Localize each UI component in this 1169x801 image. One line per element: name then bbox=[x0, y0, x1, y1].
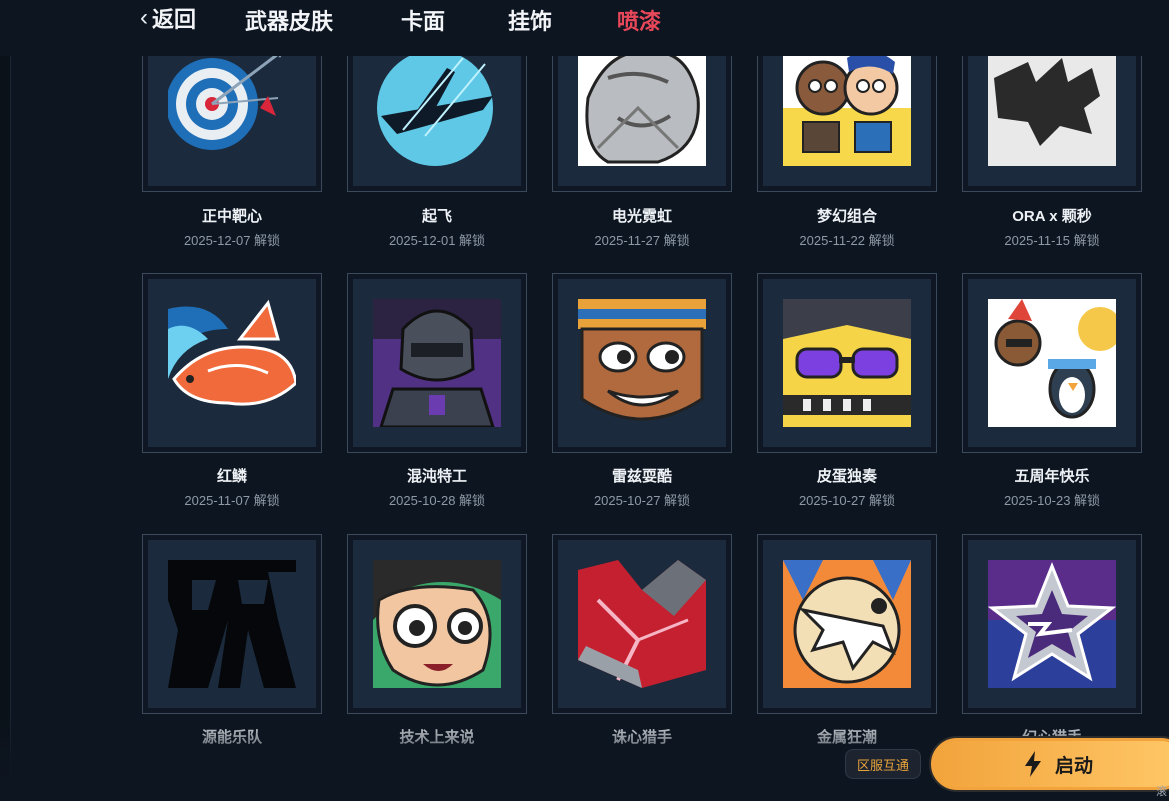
spray-name: 混沌特工 bbox=[406, 468, 467, 485]
duo-icon bbox=[783, 38, 911, 166]
spray-unlock-date: 2025-11-15 解锁 bbox=[1004, 233, 1100, 248]
metal-icon bbox=[783, 560, 911, 688]
tab-charms[interactable]: 挂饰 bbox=[508, 4, 552, 36]
spray-name: 金属狂潮 bbox=[816, 729, 877, 746]
spray-grid: 正中靶心 2025-12-07 解锁 起飞 2025-12-01 解锁 电光霓虹… bbox=[0, 0, 1169, 801]
spray-unlock-date: 2025-10-28 解锁 bbox=[388, 493, 486, 508]
spray-name: 源能乐队 bbox=[201, 729, 262, 746]
spray-unlock-date: 2025-10-27 解锁 bbox=[798, 493, 896, 508]
tab-weapon-skins[interactable]: 武器皮肤 bbox=[245, 4, 333, 36]
rhino-icon bbox=[988, 38, 1116, 166]
koi-icon bbox=[168, 299, 296, 427]
spray-unlock-date: 2025-12-01 解锁 bbox=[388, 233, 486, 248]
spray-unlock-date: 2025-10-23 解锁 bbox=[1003, 493, 1101, 508]
raze-icon bbox=[578, 299, 706, 427]
agent-icon bbox=[373, 299, 501, 427]
spray-name: 诛心猎手 bbox=[611, 729, 672, 746]
chevron-left-icon: ‹ bbox=[140, 4, 148, 31]
spray-name: 五周年快乐 bbox=[1014, 468, 1090, 485]
spray-name: ORA x 颗秒 bbox=[1012, 208, 1092, 225]
bullseye-icon bbox=[168, 38, 296, 166]
spray-unlock-date: 2025-12-07 解锁 bbox=[183, 233, 281, 248]
region-badge: 区服互通 bbox=[845, 749, 921, 779]
spray-name: 电光霓虹 bbox=[611, 208, 672, 225]
back-button[interactable]: ‹ 返回 bbox=[140, 4, 197, 33]
spray-unlock-date: 2025-10-27 解锁 bbox=[593, 493, 691, 508]
neon-icon bbox=[578, 38, 706, 166]
spray-unlock-date: 2025-11-27 解锁 bbox=[594, 233, 690, 248]
star-icon bbox=[988, 560, 1116, 688]
spray-name: 雷兹耍酷 bbox=[611, 468, 672, 485]
hunter-icon bbox=[578, 560, 706, 688]
takeoff-icon bbox=[373, 38, 501, 166]
spray-name: 梦幻组合 bbox=[816, 208, 877, 225]
back-label: 返回 bbox=[152, 7, 197, 32]
tab-cards[interactable]: 卡面 bbox=[401, 4, 445, 36]
spray-name: 技术上来说 bbox=[399, 729, 475, 746]
spray-name: 红鳞 bbox=[216, 468, 247, 485]
spray-unlock-date: 2025-11-07 解锁 bbox=[184, 493, 280, 508]
spray-unlock-date: 2025-11-22 解锁 bbox=[799, 233, 895, 248]
anniversary-icon bbox=[988, 299, 1116, 427]
lightning-icon bbox=[1025, 751, 1041, 777]
spray-name: 皮蛋独奏 bbox=[816, 468, 877, 485]
nerd-icon bbox=[373, 560, 501, 688]
corner-text: 滚 bbox=[1156, 786, 1167, 798]
launch-label: 启动 bbox=[1055, 755, 1094, 777]
tab-sprays[interactable]: 喷漆 bbox=[617, 4, 661, 36]
top-nav-bar: ‹ 返回 武器皮肤 卡面 挂饰 喷漆 bbox=[0, 0, 1169, 56]
keytar-icon bbox=[783, 299, 911, 427]
spray-name: 起飞 bbox=[421, 208, 452, 225]
launch-button[interactable]: 启动 bbox=[929, 736, 1169, 792]
spray-name: 正中靶心 bbox=[201, 208, 262, 225]
band-logo-icon bbox=[168, 560, 296, 688]
